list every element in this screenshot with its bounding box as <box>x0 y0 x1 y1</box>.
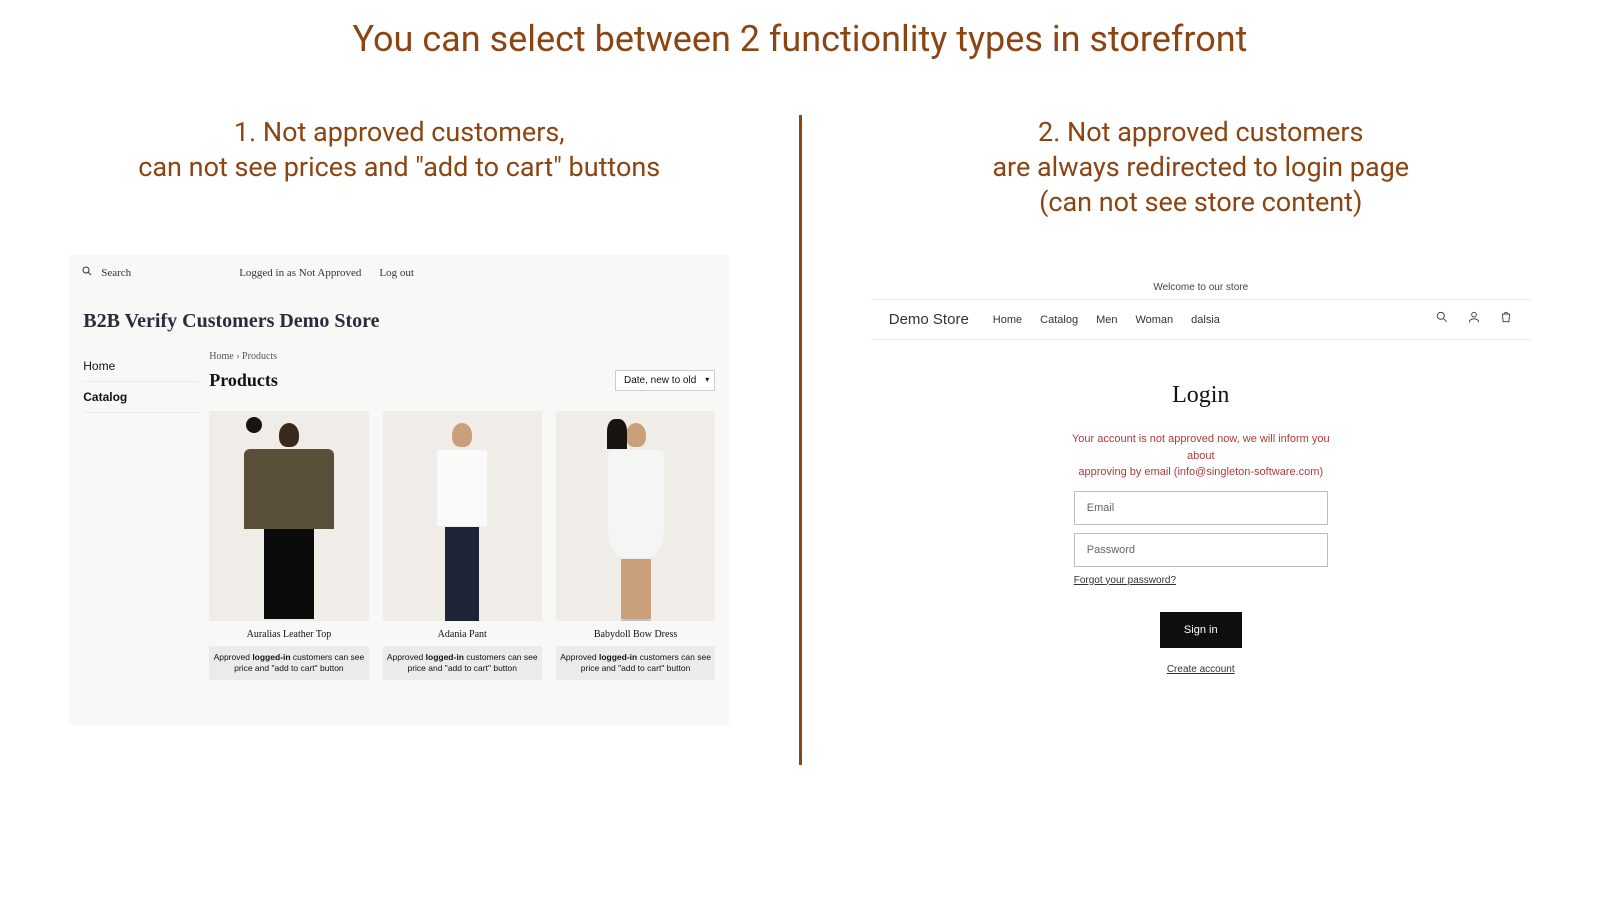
product-card[interactable]: Babydoll Bow Dress Approved logged-in cu… <box>556 411 715 680</box>
topbar: Search Logged in as Not Approved Log out <box>69 255 729 280</box>
product-name: Babydoll Bow Dress <box>556 629 715 640</box>
store-header: Demo Store Home Catalog Men Woman dalsia <box>871 300 1531 340</box>
breadcrumb-home[interactable]: Home <box>209 351 233 362</box>
storefront-mock-login-redirect: Welcome to our store Demo Store Home Cat… <box>871 276 1531 675</box>
approval-note: Approved logged-in customers can see pri… <box>556 646 715 680</box>
forgot-password-link[interactable]: Forgot your password? <box>1074 575 1328 586</box>
sort-select[interactable]: Date, new to old <box>615 370 715 391</box>
cart-icon[interactable] <box>1499 310 1513 329</box>
storefront-mock-prices-hidden: Search Logged in as Not Approved Log out… <box>69 255 729 725</box>
product-card[interactable]: Adania Pant Approved logged-in customers… <box>383 411 542 680</box>
option-2-line1: 2. Not approved customers <box>992 115 1409 150</box>
option-1-column: 1. Not approved customers, can not see p… <box>0 115 799 835</box>
option-1-heading: 1. Not approved customers, can not see p… <box>138 115 660 185</box>
breadcrumb-products: Products <box>242 351 277 362</box>
main-nav: Home Catalog Men Woman dalsia <box>993 314 1220 326</box>
option-1-line1: 1. Not approved customers, <box>138 115 660 150</box>
product-card[interactable]: Auralias Leather Top Approved logged-in … <box>209 411 368 680</box>
approval-note: Approved logged-in customers can see pri… <box>383 646 542 680</box>
sidebar-item-home[interactable]: Home <box>83 351 199 382</box>
logout-link[interactable]: Log out <box>379 267 414 279</box>
product-image <box>383 411 542 621</box>
main-content: Home › Products Products Date, new to ol… <box>199 351 729 680</box>
search-icon[interactable] <box>1435 310 1449 329</box>
option-2-line3: (can not see store content) <box>992 185 1409 220</box>
login-title: Login <box>871 382 1531 409</box>
option-2-line2: are always redirected to login page <box>992 150 1409 185</box>
page-title: You can select between 2 functionlity ty… <box>0 0 1600 60</box>
breadcrumb: Home › Products <box>209 351 715 362</box>
product-name: Auralias Leather Top <box>209 629 368 640</box>
search-label[interactable]: Search <box>101 267 131 279</box>
sidebar: Home Catalog <box>69 351 199 680</box>
login-status: Logged in as Not Approved <box>239 267 361 279</box>
nav-catalog[interactable]: Catalog <box>1040 314 1078 326</box>
password-field[interactable]: Password <box>1074 533 1328 567</box>
header-icons <box>1435 310 1513 329</box>
product-name: Adania Pant <box>383 629 542 640</box>
option-2-heading: 2. Not approved customers are always red… <box>992 115 1409 220</box>
breadcrumb-sep: › <box>236 351 239 362</box>
nav-woman[interactable]: Woman <box>1135 314 1173 326</box>
account-icon[interactable] <box>1467 310 1481 329</box>
search-icon[interactable] <box>81 265 93 280</box>
product-grid: Auralias Leather Top Approved logged-in … <box>209 411 715 680</box>
sidebar-item-catalog[interactable]: Catalog <box>83 382 199 413</box>
product-image <box>556 411 715 621</box>
login-form: Login Your account is not approved now, … <box>871 340 1531 675</box>
comparison-columns: 1. Not approved customers, can not see p… <box>0 115 1600 835</box>
approval-note: Approved logged-in customers can see pri… <box>209 646 368 680</box>
nav-dalsia[interactable]: dalsia <box>1191 314 1220 326</box>
products-heading: Products <box>209 370 278 391</box>
approval-warning: Your account is not approved now, we wil… <box>1071 431 1331 481</box>
nav-home[interactable]: Home <box>993 314 1022 326</box>
signin-button[interactable]: Sign in <box>1160 612 1242 648</box>
nav-men[interactable]: Men <box>1096 314 1117 326</box>
email-field[interactable]: Email <box>1074 491 1328 525</box>
option-1-line2: can not see prices and "add to cart" but… <box>138 150 660 185</box>
option-2-column: 2. Not approved customers are always red… <box>802 115 1600 835</box>
product-image <box>209 411 368 621</box>
store-logo[interactable]: Demo Store <box>889 311 969 328</box>
warn-line1: Your account is not approved now, we wil… <box>1071 431 1331 464</box>
welcome-banner: Welcome to our store <box>871 276 1531 300</box>
create-account-link[interactable]: Create account <box>871 664 1531 675</box>
warn-line2: approving by email (info@singleton-softw… <box>1071 464 1331 481</box>
store-name: B2B Verify Customers Demo Store <box>69 280 729 351</box>
